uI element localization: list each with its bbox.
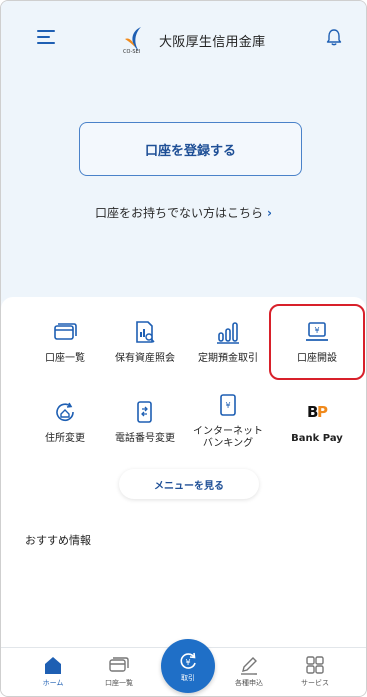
menu-item-label: Bank Pay: [291, 433, 343, 444]
menu-item-label: 電話番号変更: [115, 433, 175, 444]
menu-item-bankpay[interactable]: B P Bank Pay: [273, 399, 361, 445]
hamburger-menu-icon[interactable]: [37, 30, 55, 44]
address-change-icon: [56, 402, 74, 422]
recommended-heading: おすすめ情報: [25, 534, 91, 547]
no-account-label: 口座をお持ちでない方はこちら: [95, 206, 264, 220]
nav-home-label: ホーム: [42, 679, 64, 687]
nav-applications[interactable]: 各種申込: [219, 654, 279, 688]
menu-item-internet-banking[interactable]: ¥ インターネット バンキング: [184, 392, 272, 450]
logo-mark-icon: CO-SEI: [121, 23, 155, 57]
nav-home[interactable]: ホーム: [23, 654, 83, 688]
nav-services-label: サービス: [301, 679, 329, 687]
bankpay-icon: B P: [307, 403, 328, 421]
account-card-icon: [109, 657, 129, 672]
menu-item-phone-change[interactable]: 電話番号変更: [101, 399, 189, 445]
no-account-link[interactable]: 口座をお持ちでない方はこちら ›: [1, 204, 366, 221]
menu-item-time-deposit[interactable]: 定期預金取引: [184, 319, 272, 365]
menu-item-label: 住所変更: [45, 433, 85, 444]
pencil-icon: [241, 657, 257, 675]
nav-services[interactable]: サービス: [285, 654, 345, 688]
view-menu-label: メニューを見る: [154, 480, 224, 492]
menu-item-label: インターネット バンキング: [193, 426, 263, 449]
grid-icon: [306, 656, 324, 674]
bank-name: 大阪厚生信用金庫: [159, 34, 266, 50]
menu-item-asset-inquiry[interactable]: 保有資産照会: [101, 319, 189, 365]
phone-change-icon: [137, 401, 152, 423]
menu-item-address-change[interactable]: 住所変更: [21, 399, 109, 445]
transaction-icon: ¥: [180, 652, 196, 669]
view-menu-button[interactable]: メニューを見る: [119, 469, 259, 499]
highlight-box: [269, 304, 365, 380]
svg-text:¥: ¥: [225, 401, 230, 410]
nav-applications-label: 各種申込: [235, 679, 263, 687]
app-frame: CO-SEI 大阪厚生信用金庫 口座を登録する 口座をお持ちでない方はこちら › …: [0, 0, 367, 697]
chevron-right-icon: ›: [267, 206, 272, 220]
logo-sub-text: CO-SEI: [123, 49, 141, 55]
svg-text:¥: ¥: [185, 658, 190, 667]
asset-inquiry-icon: [136, 321, 155, 343]
register-account-button[interactable]: 口座を登録する: [79, 122, 302, 176]
internet-banking-icon: ¥: [220, 394, 236, 416]
menu-item-account-list[interactable]: 口座一覧: [21, 319, 109, 365]
menu-item-label: 定期預金取引: [198, 353, 258, 364]
bank-logo: CO-SEI 大阪厚生信用金庫: [121, 23, 265, 57]
time-deposit-icon: [217, 322, 239, 344]
account-card-icon: [54, 323, 77, 340]
nav-accounts-label: 口座一覧: [105, 679, 133, 687]
menu-item-label: 保有資産照会: [115, 353, 175, 364]
nav-transaction-button[interactable]: ¥ 取引: [161, 639, 215, 693]
nav-accounts[interactable]: 口座一覧: [89, 654, 149, 688]
register-account-label: 口座を登録する: [144, 143, 236, 159]
home-icon: [45, 657, 61, 674]
svg-text:P: P: [317, 403, 328, 421]
app-header: CO-SEI 大阪厚生信用金庫: [1, 1, 366, 71]
notification-bell-icon[interactable]: [326, 28, 342, 46]
menu-item-label: 口座一覧: [45, 353, 85, 364]
nav-transaction-label: 取引: [181, 673, 195, 682]
